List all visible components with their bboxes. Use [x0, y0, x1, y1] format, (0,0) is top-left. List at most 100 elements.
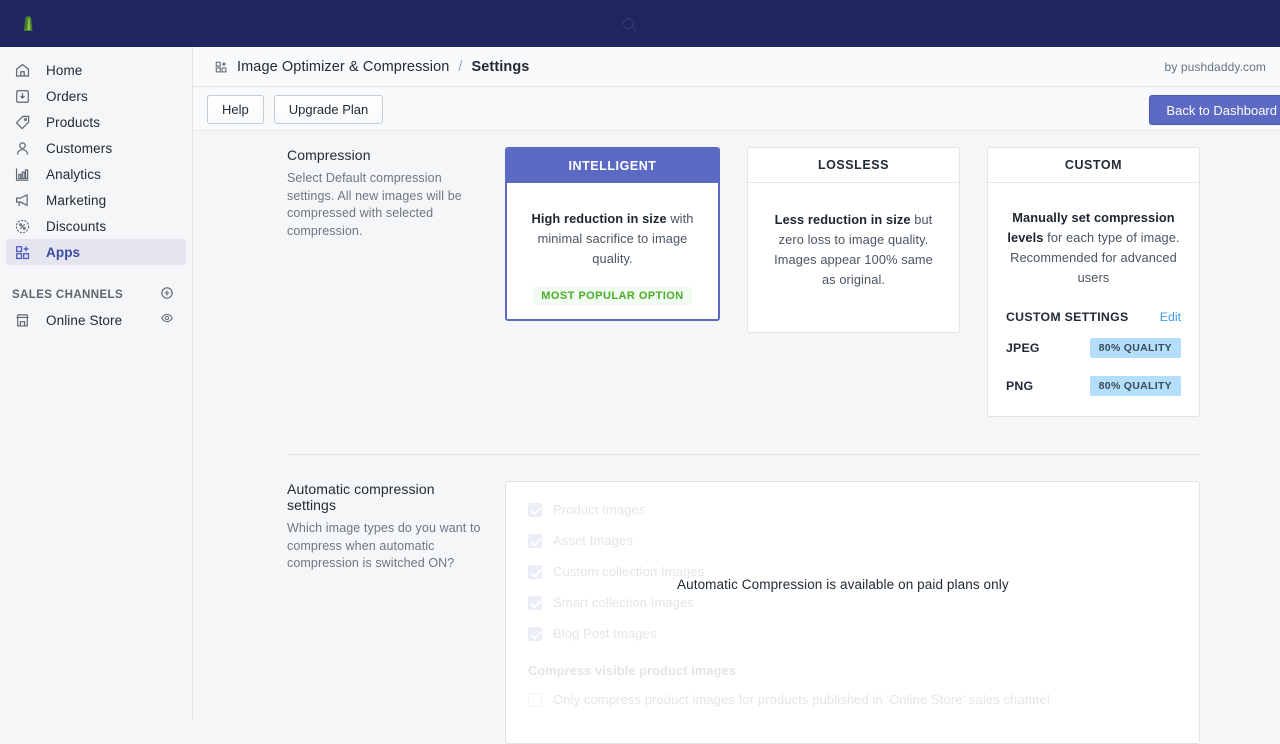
- apps-grid-icon: [12, 242, 32, 262]
- custom-settings-header: CUSTOM SETTINGS Edit: [1006, 310, 1181, 324]
- search-icon: [623, 18, 634, 29]
- compression-card-lossless[interactable]: LOSSLESS Less reduction in size but zero…: [747, 147, 960, 333]
- custom-settings-row-png: PNG 80% QUALITY: [1006, 376, 1181, 396]
- automatic-description: Which image types do you want to compres…: [287, 521, 481, 570]
- most-popular-badge: MOST POPULAR OPTION: [533, 287, 692, 305]
- checkbox-icon[interactable]: [528, 564, 542, 579]
- sidebar-item-label: Products: [46, 114, 101, 130]
- format-label: JPEG: [1006, 341, 1040, 355]
- sidebar-section-sales-channels: SALES CHANNELS: [0, 283, 192, 307]
- quality-badge: 80% QUALITY: [1089, 338, 1181, 358]
- orders-icon: [12, 86, 32, 106]
- sales-channels-label: SALES CHANNELS: [12, 289, 124, 301]
- checkbox-icon[interactable]: [528, 533, 542, 548]
- search-bar[interactable]: [56, 18, 1210, 29]
- sidebar-item-customers[interactable]: Customers: [6, 135, 186, 161]
- main-content: Compression Select Default compression s…: [193, 131, 1280, 744]
- top-bar: [0, 0, 1280, 47]
- sidebar-item-label: Analytics: [46, 166, 101, 182]
- eye-icon[interactable]: [160, 311, 174, 330]
- checkbox-row-asset-images[interactable]: Asset Images: [528, 533, 1177, 548]
- sidebar-item-label: Marketing: [46, 192, 107, 208]
- sidebar-item-apps[interactable]: Apps: [6, 239, 186, 265]
- checkbox-icon[interactable]: [528, 692, 542, 707]
- checkbox-icon[interactable]: [528, 626, 542, 641]
- customers-person-icon: [12, 138, 32, 158]
- products-tag-icon: [12, 112, 32, 132]
- format-label: PNG: [1006, 379, 1034, 393]
- sidebar-item-analytics[interactable]: Analytics: [6, 161, 186, 187]
- card-header-label: CUSTOM: [988, 148, 1199, 183]
- compression-title: Compression: [287, 147, 371, 163]
- page-title: Settings: [471, 58, 530, 75]
- by-line: by pushdaddy.com: [1164, 59, 1266, 74]
- card-body: High reduction in size with minimal sacr…: [507, 183, 718, 319]
- card-description-bold: Less reduction in size: [774, 212, 911, 227]
- breadcrumb: Image Optimizer & Compression / Settings: [214, 59, 529, 75]
- custom-settings-row-jpeg: JPEG 80% QUALITY: [1006, 338, 1181, 358]
- sidebar-item-orders[interactable]: Orders: [6, 83, 186, 109]
- shopify-logo-icon[interactable]: [0, 15, 56, 32]
- sidebar: Home Orders Products Customers Analytics…: [0, 47, 193, 720]
- card-header-label: LOSSLESS: [748, 148, 959, 183]
- checkbox-row-product-images[interactable]: Product Images: [528, 502, 1177, 517]
- sidebar-item-label: Home: [46, 62, 83, 78]
- card-description: Less reduction in size but zero loss to …: [766, 210, 941, 290]
- compression-card-custom[interactable]: CUSTOM Manually set compression levels f…: [987, 147, 1200, 417]
- quality-badge: 80% QUALITY: [1089, 376, 1181, 396]
- compression-card-intelligent[interactable]: INTELLIGENT High reduction in size with …: [505, 147, 720, 321]
- automatic-settings-panel: Product Images Asset Images Custom colle…: [505, 481, 1200, 744]
- section-divider: [287, 454, 1200, 455]
- sidebar-item-label: Online Store: [46, 312, 123, 328]
- marketing-megaphone-icon: [12, 190, 32, 210]
- checkbox-icon[interactable]: [528, 595, 542, 610]
- breadcrumb-app-name[interactable]: Image Optimizer & Compression: [237, 59, 449, 75]
- checkbox-icon[interactable]: [528, 502, 542, 517]
- breadcrumb-separator: /: [458, 58, 463, 75]
- checkbox-row-only-online-store[interactable]: Only compress product images for product…: [528, 692, 1177, 707]
- back-to-dashboard-button[interactable]: Back to Dashboard: [1149, 95, 1280, 125]
- checkbox-label: Product Images: [553, 502, 646, 517]
- sidebar-item-label: Customers: [46, 140, 113, 156]
- help-button[interactable]: Help: [207, 94, 264, 124]
- compression-section: Compression Select Default compression s…: [287, 147, 1200, 417]
- action-bar: Help Upgrade Plan Back to Dashboard: [193, 88, 1280, 131]
- automatic-section-info: Automatic compression settings Which ima…: [287, 481, 505, 744]
- card-header-label: INTELLIGENT: [507, 149, 718, 183]
- sidebar-item-products[interactable]: Products: [6, 109, 186, 135]
- compression-section-info: Compression Select Default compression s…: [287, 147, 505, 417]
- custom-settings-edit-link[interactable]: Edit: [1160, 310, 1181, 324]
- checkbox-label: Blog Post Images: [553, 626, 657, 641]
- checkbox-label: Only compress product images for product…: [553, 692, 1050, 707]
- card-body: Less reduction in size but zero loss to …: [748, 183, 959, 332]
- apps-grid-icon: [214, 60, 228, 74]
- compression-cards: INTELLIGENT High reduction in size with …: [505, 147, 1200, 417]
- card-description: Manually set compression levels for each…: [1006, 208, 1181, 288]
- sidebar-item-marketing[interactable]: Marketing: [6, 187, 186, 213]
- compression-description: Select Default compression settings. All…: [287, 171, 462, 238]
- sidebar-item-label: Discounts: [46, 218, 107, 234]
- discounts-percent-icon: [12, 216, 32, 236]
- analytics-bar-chart-icon: [12, 164, 32, 184]
- page-header: Image Optimizer & Compression / Settings…: [193, 47, 1280, 87]
- sidebar-item-label: Orders: [46, 88, 88, 104]
- checkbox-label: Smart collection Images: [553, 595, 695, 610]
- sidebar-item-label: Apps: [46, 244, 81, 260]
- checkbox-row-blog-post-images[interactable]: Blog Post Images: [528, 626, 1177, 641]
- card-description: High reduction in size with minimal sacr…: [525, 209, 700, 269]
- sidebar-item-discounts[interactable]: Discounts: [6, 213, 186, 239]
- automatic-compression-section: Automatic compression settings Which ima…: [287, 481, 1200, 744]
- plus-circle-icon[interactable]: [160, 286, 174, 305]
- checkbox-row-smart-collection-images[interactable]: Smart collection Images: [528, 595, 1177, 610]
- automatic-title: Automatic compression settings: [287, 481, 435, 513]
- sidebar-item-online-store[interactable]: Online Store: [6, 307, 186, 333]
- custom-settings-title: CUSTOM SETTINGS: [1006, 310, 1129, 324]
- upgrade-plan-button[interactable]: Upgrade Plan: [273, 94, 384, 124]
- checkbox-label: Asset Images: [553, 533, 633, 548]
- custom-settings-panel: CUSTOM SETTINGS Edit JPEG 80% QUALITY PN…: [1006, 310, 1181, 396]
- storefront-icon: [12, 310, 32, 330]
- paid-plan-overlay-message: Automatic Compression is available on pa…: [677, 577, 1009, 592]
- card-description-bold: High reduction in size: [531, 211, 667, 226]
- sidebar-item-home[interactable]: Home: [6, 57, 186, 83]
